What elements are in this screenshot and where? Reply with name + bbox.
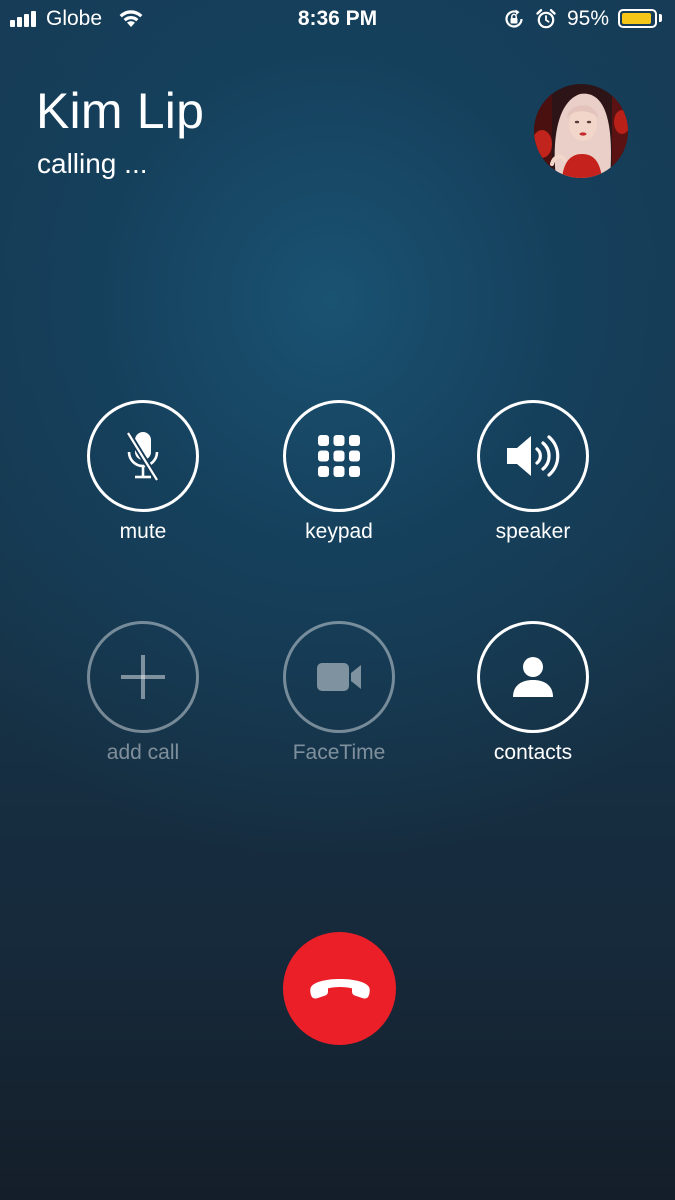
status-bar: Globe 8:36 PM 95% [0, 0, 675, 40]
contacts-label: contacts [493, 741, 573, 764]
battery-level-fill [622, 13, 651, 24]
alarm-icon [536, 9, 556, 29]
contacts-control[interactable]: contacts [453, 621, 613, 765]
mute-label: mute [119, 520, 167, 543]
mic-off-icon [125, 431, 160, 482]
speaker-icon [507, 435, 560, 477]
battery-icon [618, 9, 657, 28]
person-icon [513, 657, 553, 697]
call-status: calling ... [37, 148, 148, 179]
speaker-control[interactable]: speaker [453, 400, 613, 544]
speaker-button[interactable] [477, 400, 589, 512]
contacts-button[interactable] [477, 621, 589, 733]
add-call-label: add call [106, 741, 180, 764]
video-camera-icon [317, 663, 361, 691]
mute-button[interactable] [87, 400, 199, 512]
facetime-label: FaceTime [292, 741, 386, 764]
mute-control[interactable]: mute [63, 400, 223, 544]
end-call-icon [309, 978, 370, 998]
keypad-label: keypad [305, 520, 373, 543]
add-call-button[interactable] [87, 621, 199, 733]
add-call-control[interactable]: add call [63, 621, 223, 765]
keypad-control[interactable]: keypad [259, 400, 419, 544]
facetime-button[interactable] [283, 621, 395, 733]
keypad-button[interactable] [283, 400, 395, 512]
speaker-label: speaker [495, 520, 571, 543]
caller-name: Kim Lip [36, 83, 205, 139]
battery-nub [659, 14, 662, 22]
caller-avatar [534, 84, 628, 178]
battery-percent: 95% [567, 7, 610, 30]
facetime-control[interactable]: FaceTime [259, 621, 419, 765]
end-call-button[interactable] [283, 932, 396, 1045]
rotation-lock-icon [505, 9, 523, 28]
keypad-icon [318, 435, 360, 477]
plus-icon [121, 655, 165, 699]
